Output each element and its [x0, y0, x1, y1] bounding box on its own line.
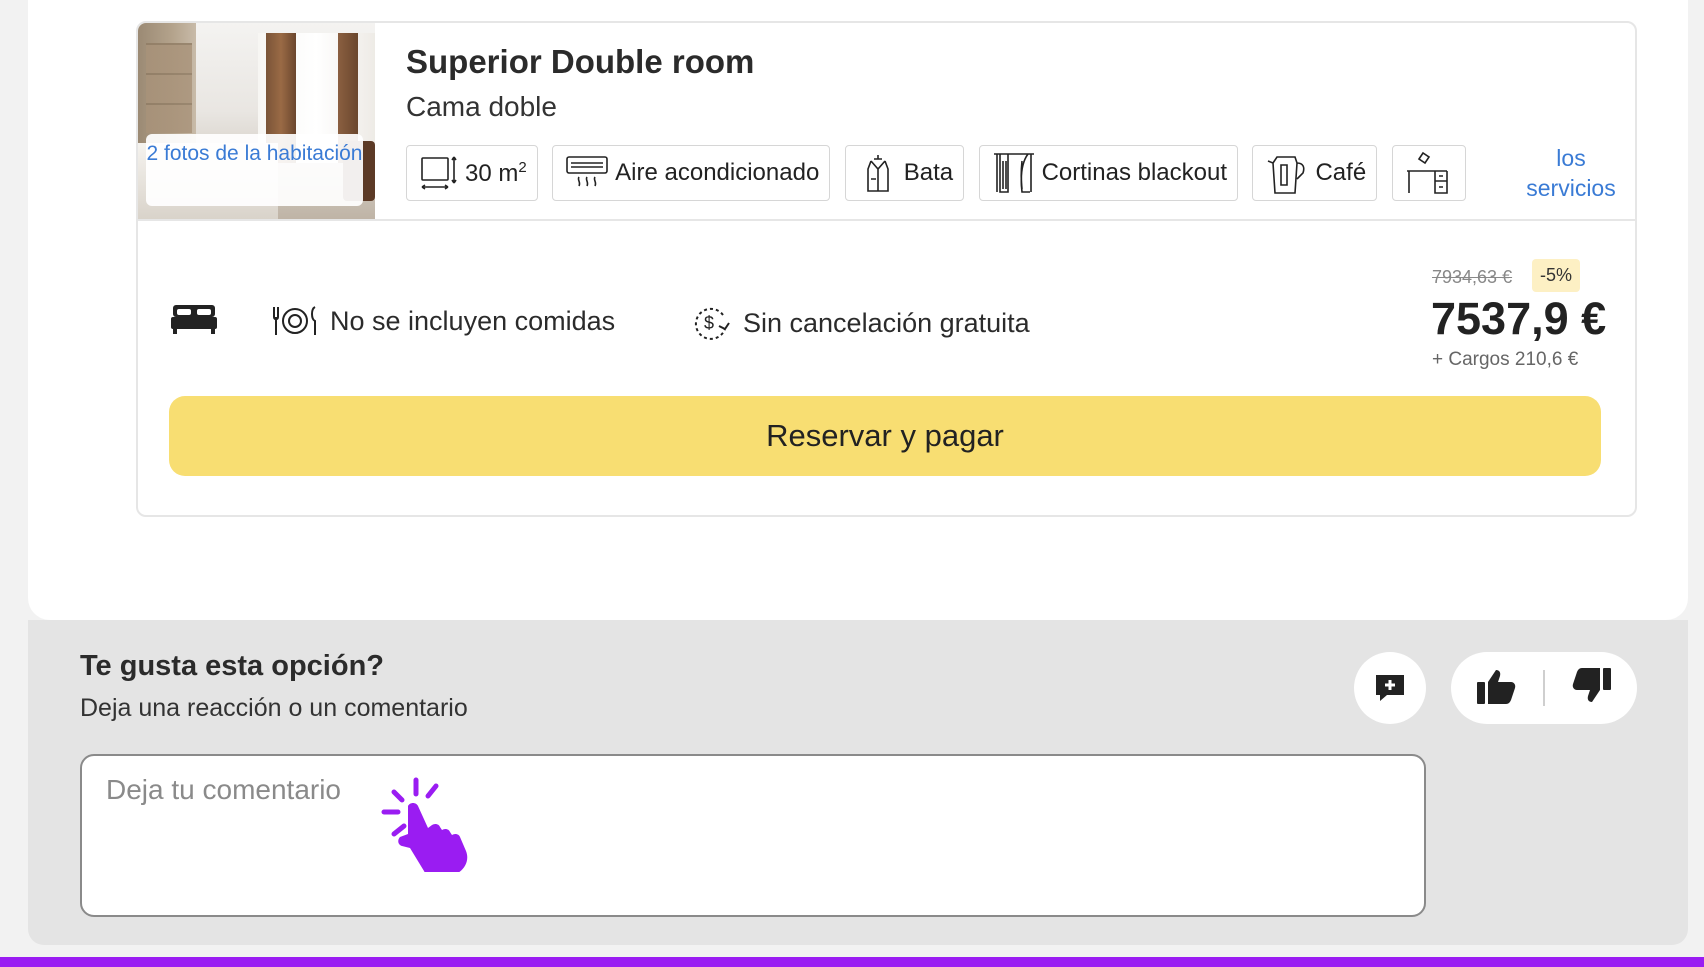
dislike-button[interactable]: [1569, 666, 1613, 711]
amenity-ac: Aire acondicionado: [552, 145, 831, 201]
curtains-icon: [993, 153, 1034, 193]
current-price: 7537,9 €: [1431, 293, 1607, 344]
amenity-robe-label: Bata: [903, 159, 954, 186]
thumbs-up-icon: [1477, 670, 1516, 704]
amenity-area: 30 m2: [406, 145, 538, 201]
amenity-area-label: 30 m2: [465, 158, 527, 187]
room-card: 2 fotos de la habitación Superior Double…: [136, 21, 1637, 517]
amenity-coffee-label: Café: [1315, 159, 1367, 186]
refund-icon: $: [694, 307, 730, 340]
bottom-accent-bar: [0, 957, 1704, 967]
amenity-ac-label: Aire acondicionado: [615, 159, 820, 186]
kettle-icon: [1268, 156, 1306, 194]
amenity-robe: Bata: [844, 145, 965, 201]
bed-icon: [171, 301, 217, 340]
feedback-section: Te gusta esta opción? Deja una reacción …: [28, 620, 1688, 945]
amenities-list: 30 m2 Aire acondicionado Bata Cortinas b…: [406, 145, 1466, 201]
card-divider: [138, 219, 1635, 221]
feedback-subtitle: Deja una reacción o un comentario: [80, 694, 468, 722]
extra-fees: + Cargos 210,6 €: [1432, 349, 1579, 370]
amenity-blackout-label: Cortinas blackout: [1041, 159, 1228, 186]
room-photo[interactable]: 2 fotos de la habitación: [138, 23, 375, 219]
cancellation-info: $ Sin cancelación gratuita: [691, 303, 1030, 343]
add-comment-button[interactable]: [1354, 652, 1426, 724]
feedback-title: Te gusta esta opción?: [80, 650, 385, 682]
like-button[interactable]: [1475, 666, 1519, 711]
reaction-group: [1451, 652, 1637, 724]
bathrobe-icon: [866, 155, 889, 192]
bed-type: Cama doble: [406, 91, 557, 122]
all-services-link[interactable]: los servicios: [1526, 143, 1616, 203]
old-price: 7934,63 €: [1432, 267, 1513, 287]
amenity-desk: [1391, 145, 1466, 201]
book-and-pay-button[interactable]: Reservar y pagar: [169, 396, 1601, 476]
meals-label: No se incluyen comidas: [330, 305, 616, 336]
results-panel: 2 fotos de la habitación Superior Double…: [28, 0, 1688, 620]
amenity-blackout: Cortinas blackout: [978, 145, 1239, 201]
air-conditioner-icon: [566, 156, 608, 187]
reaction-divider: [1543, 670, 1545, 706]
discount-badge: -5%: [1532, 259, 1581, 292]
area-icon: [421, 156, 457, 190]
cancellation-label: Sin cancelación gratuita: [743, 307, 1030, 338]
comment-input[interactable]: [80, 754, 1426, 917]
svg-text:$: $: [704, 313, 714, 333]
add-comment-icon: [1376, 675, 1404, 701]
thumbs-down-icon: [1572, 668, 1611, 702]
meals-info: No se incluyen comidas: [270, 303, 615, 339]
click-hand-icon: [378, 776, 470, 881]
desk-icon: [1406, 151, 1448, 194]
amenity-coffee: Café: [1252, 145, 1378, 201]
room-title: Superior Double room: [406, 43, 755, 80]
photos-count-badge[interactable]: 2 fotos de la habitación: [146, 134, 363, 206]
plate-cutlery-icon: [273, 306, 316, 335]
